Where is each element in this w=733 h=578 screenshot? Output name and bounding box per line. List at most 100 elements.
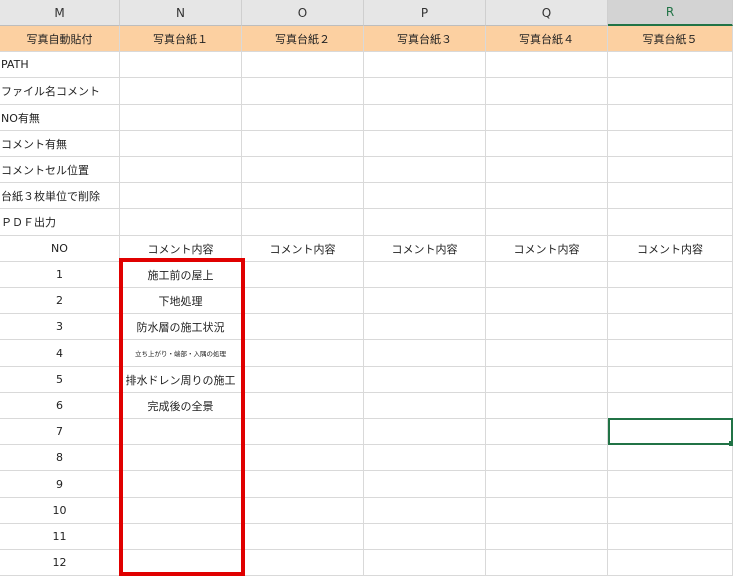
comment-cell[interactable] xyxy=(364,367,486,393)
setting-cell[interactable] xyxy=(486,78,608,105)
setting-cell[interactable] xyxy=(608,131,733,157)
comment-cell[interactable]: 施工前の屋上 xyxy=(120,262,242,288)
comment-cell[interactable] xyxy=(120,550,242,576)
comment-cell[interactable] xyxy=(486,393,608,419)
comment-cell[interactable] xyxy=(486,262,608,288)
comment-cell[interactable] xyxy=(608,524,733,550)
comment-cell[interactable] xyxy=(242,419,364,445)
comment-cell[interactable] xyxy=(486,471,608,498)
comment-cell[interactable] xyxy=(242,314,364,340)
comment-cell[interactable] xyxy=(486,367,608,393)
row-number[interactable]: 7 xyxy=(0,419,120,445)
fill-handle[interactable] xyxy=(729,441,733,446)
comment-cell[interactable] xyxy=(486,445,608,471)
comment-cell[interactable] xyxy=(364,288,486,314)
setting-cell[interactable] xyxy=(364,105,486,131)
comment-cell[interactable] xyxy=(364,550,486,576)
row-number[interactable]: 3 xyxy=(0,314,120,340)
comment-cell[interactable] xyxy=(242,524,364,550)
comment-cell[interactable]: 防水層の施工状況 xyxy=(120,314,242,340)
comment-cell[interactable] xyxy=(364,445,486,471)
comment-cell[interactable] xyxy=(486,498,608,524)
row-number[interactable]: 11 xyxy=(0,524,120,550)
row-number[interactable]: 12 xyxy=(0,550,120,576)
comment-cell[interactable] xyxy=(608,550,733,576)
comment-cell[interactable] xyxy=(120,471,242,498)
setting-cell[interactable] xyxy=(120,52,242,78)
comment-cell[interactable] xyxy=(364,419,486,445)
comment-cell[interactable] xyxy=(608,393,733,419)
setting-cell[interactable] xyxy=(608,52,733,78)
setting-cell[interactable] xyxy=(120,157,242,183)
comment-cell[interactable] xyxy=(364,340,486,367)
comment-cell[interactable] xyxy=(120,498,242,524)
photo-sheet-header[interactable]: 写真台紙５ xyxy=(608,26,733,52)
comment-cell[interactable] xyxy=(608,314,733,340)
setting-cell[interactable] xyxy=(242,157,364,183)
row-number[interactable]: 10 xyxy=(0,498,120,524)
comment-cell[interactable] xyxy=(242,262,364,288)
setting-label[interactable]: ＰＤＦ出力 xyxy=(0,209,120,236)
comment-cell[interactable]: 立ち上がり・端部・入隅の処理 xyxy=(120,340,242,367)
setting-cell[interactable] xyxy=(608,78,733,105)
comment-cell[interactable] xyxy=(486,288,608,314)
setting-cell[interactable] xyxy=(608,157,733,183)
setting-label[interactable]: コメントセル位置 xyxy=(0,157,120,183)
comment-cell[interactable]: 排水ドレン周りの施工 xyxy=(120,367,242,393)
comment-cell[interactable] xyxy=(364,524,486,550)
setting-cell[interactable] xyxy=(364,131,486,157)
comment-cell[interactable] xyxy=(120,524,242,550)
comment-cell[interactable] xyxy=(608,445,733,471)
setting-cell[interactable] xyxy=(364,52,486,78)
setting-cell[interactable] xyxy=(608,209,733,236)
comment-cell[interactable] xyxy=(486,340,608,367)
comment-cell[interactable]: 下地処理 xyxy=(120,288,242,314)
comment-cell[interactable] xyxy=(486,419,608,445)
setting-cell[interactable] xyxy=(242,52,364,78)
column-header-n[interactable]: N xyxy=(120,0,242,26)
photo-sheet-header[interactable]: 写真台紙３ xyxy=(364,26,486,52)
comment-cell[interactable]: 完成後の全景 xyxy=(120,393,242,419)
comment-cell[interactable] xyxy=(608,340,733,367)
setting-cell[interactable] xyxy=(120,78,242,105)
setting-cell[interactable] xyxy=(486,105,608,131)
setting-cell[interactable] xyxy=(486,157,608,183)
comment-column-header[interactable]: コメント内容 xyxy=(242,236,364,262)
row-number[interactable]: 9 xyxy=(0,471,120,498)
setting-cell[interactable] xyxy=(486,183,608,209)
photo-sheet-header[interactable]: 写真台紙１ xyxy=(120,26,242,52)
comment-cell[interactable] xyxy=(364,471,486,498)
comment-cell[interactable] xyxy=(120,419,242,445)
setting-cell[interactable] xyxy=(242,183,364,209)
setting-cell[interactable] xyxy=(364,78,486,105)
comment-cell[interactable] xyxy=(242,498,364,524)
setting-cell[interactable] xyxy=(242,131,364,157)
column-header-o[interactable]: O xyxy=(242,0,364,26)
column-header-m[interactable]: M xyxy=(0,0,120,26)
comment-cell[interactable] xyxy=(486,314,608,340)
setting-cell[interactable] xyxy=(242,78,364,105)
comment-cell[interactable] xyxy=(364,393,486,419)
comment-column-header[interactable]: コメント内容 xyxy=(120,236,242,262)
comment-cell[interactable] xyxy=(608,288,733,314)
setting-label[interactable]: コメント有無 xyxy=(0,131,120,157)
comment-cell[interactable] xyxy=(486,524,608,550)
comment-column-header[interactable]: コメント内容 xyxy=(486,236,608,262)
comment-column-header[interactable]: コメント内容 xyxy=(608,236,733,262)
comment-cell[interactable] xyxy=(364,314,486,340)
setting-label[interactable]: NO有無 xyxy=(0,105,120,131)
comment-cell[interactable] xyxy=(608,498,733,524)
setting-cell[interactable] xyxy=(486,52,608,78)
setting-cell[interactable] xyxy=(364,183,486,209)
column-header-p[interactable]: P xyxy=(364,0,486,26)
photo-sheet-header[interactable]: 写真台紙２ xyxy=(242,26,364,52)
setting-cell[interactable] xyxy=(120,131,242,157)
setting-label[interactable]: 台紙３枚単位で削除 xyxy=(0,183,120,209)
comment-column-header[interactable]: コメント内容 xyxy=(364,236,486,262)
comment-cell[interactable] xyxy=(242,471,364,498)
row-number[interactable]: 2 xyxy=(0,288,120,314)
column-header-r[interactable]: R xyxy=(608,0,733,26)
column-header-q[interactable]: Q xyxy=(486,0,608,26)
setting-cell[interactable] xyxy=(242,209,364,236)
comment-cell[interactable] xyxy=(608,471,733,498)
